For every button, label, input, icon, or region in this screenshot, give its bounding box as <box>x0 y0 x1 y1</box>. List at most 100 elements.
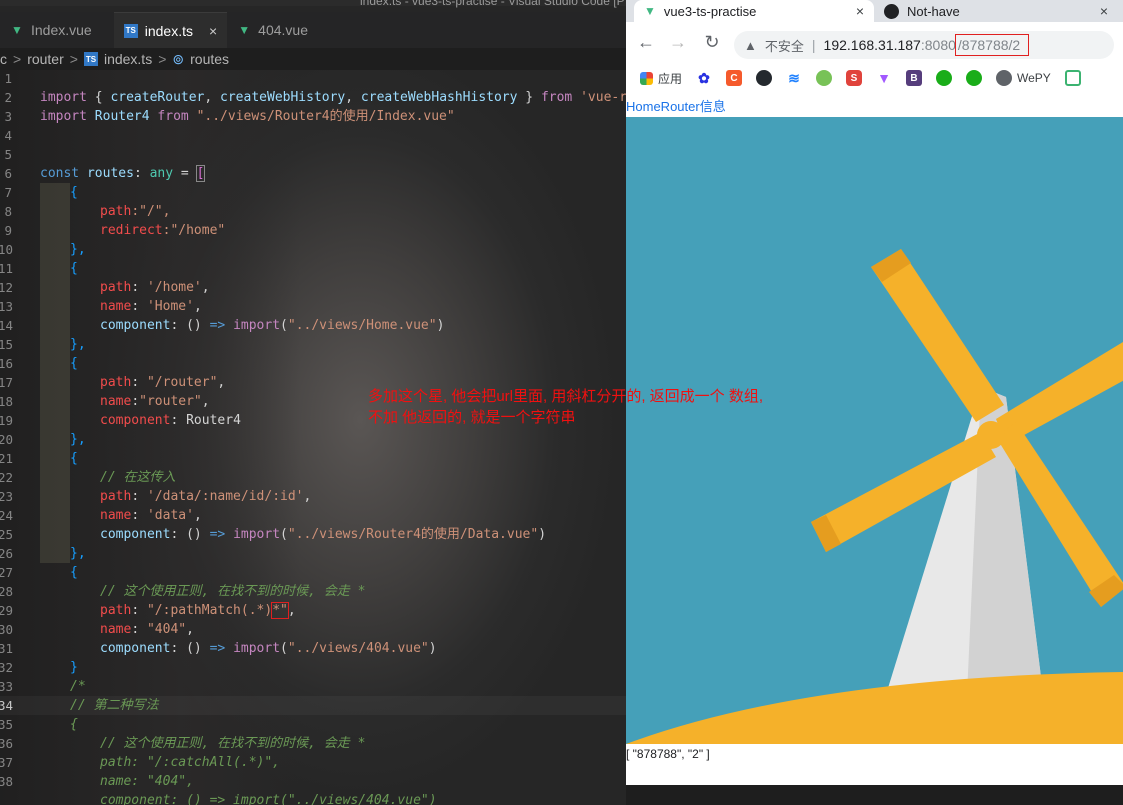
code-text: component: Router4 <box>100 413 241 428</box>
breadcrumb: c > router > TS index.ts > ⊚ routes <box>0 48 626 70</box>
tab-404-vue[interactable]: ▼ 404.vue <box>227 12 318 48</box>
code-text: path:"/", <box>100 204 171 219</box>
bookmark-github[interactable] <box>756 70 773 86</box>
line-number: 5 <box>4 147 12 162</box>
code-line: 32} <box>0 658 626 677</box>
code-line: 27 { <box>0 563 626 582</box>
breadcrumb-item-router[interactable]: router <box>27 51 64 67</box>
browser-tab-vue3[interactable]: ▼ vue3-ts-practise × <box>634 0 874 22</box>
bookmark-c[interactable]: C <box>726 70 743 86</box>
bookmark-wechat[interactable] <box>936 70 953 86</box>
code-text: // 在这传入 <box>100 470 176 485</box>
code-line: 3 import Router4 from "../views/Router4的使… <box>0 107 626 126</box>
line-number: 10 <box>0 242 14 257</box>
line-number: 31 <box>0 641 14 656</box>
breadcrumb-item[interactable]: c <box>0 51 7 67</box>
line-number: 15 <box>0 337 14 352</box>
code-line: 24 name: 'data', <box>0 506 626 525</box>
code-text: { <box>70 451 78 466</box>
tab-index-ts[interactable]: TS index.ts × <box>113 12 228 48</box>
warning-icon: ▲ <box>744 37 757 53</box>
code-area[interactable]: 1 2 import { createRouter, createWebHisto… <box>0 69 626 805</box>
bookmark-s[interactable]: S <box>846 70 863 86</box>
code-text: name: 'Home', <box>100 299 202 314</box>
bookmark-vite[interactable]: ▼ <box>876 70 892 86</box>
chevron-right-icon: > <box>13 51 22 67</box>
code-line: 33 /* <box>0 677 626 696</box>
window-title: index.ts - vue3-ts-practise - Visual Stu… <box>360 0 625 8</box>
bookmark-qr[interactable] <box>1064 70 1081 86</box>
qr-icon <box>1064 70 1081 86</box>
line-number: 33 <box>0 679 14 694</box>
bookmark-game[interactable] <box>816 70 833 86</box>
bookmarks-bar: 应用 ✿ C ≋ S ▼ B WePY <box>626 64 1123 92</box>
reload-icon[interactable]: ↻ <box>702 32 722 53</box>
code-text: } <box>70 660 78 675</box>
code-text: // 这个使用正则, 在找不到的时候, 会走 * <box>100 736 366 751</box>
home-router-link[interactable]: HomeRouter信息 <box>626 96 726 115</box>
line-number: 24 <box>0 508 14 523</box>
code-text: path: "/:pathMatch(.*)*", <box>100 602 296 619</box>
line-number: 14 <box>0 318 14 333</box>
address-bar[interactable]: ▲ 不安全 | 192.168.31.187 :8080 /878788/2 <box>734 31 1114 59</box>
ts-icon: TS <box>83 52 98 66</box>
code-text: { <box>70 356 78 371</box>
code-line: 23 path: '/data/:name/id/:id', <box>0 487 626 506</box>
code-line: 8 path:"/", <box>0 202 626 221</box>
b-icon: B <box>906 70 923 86</box>
close-icon[interactable]: × <box>1100 3 1108 19</box>
code-line: 6 const routes: any = [ <box>0 164 626 183</box>
address-port: :8080 <box>920 37 956 53</box>
line-number: 36 <box>0 736 14 751</box>
breadcrumb-item-file[interactable]: index.ts <box>104 51 152 67</box>
line-number: 28 <box>0 584 14 599</box>
layers-icon: ≋ <box>788 69 800 86</box>
code-text: { <box>70 261 78 276</box>
bookmark-wechat-2[interactable] <box>966 70 983 86</box>
line-number: 3 <box>4 109 12 124</box>
tab-label: index.ts <box>144 22 193 39</box>
code-line: 26}, <box>0 544 626 563</box>
code-line: 2 import { createRouter, createWebHistory… <box>0 88 626 107</box>
line-number: 35 <box>0 717 14 732</box>
line-number: 16 <box>0 356 14 371</box>
code-line: 31 component: () => import("../views/404.… <box>0 639 626 658</box>
bookmark-b[interactable]: B <box>906 70 923 86</box>
code-text: path: '/home', <box>100 280 210 295</box>
forward-icon[interactable]: → <box>668 32 688 53</box>
bookmark-baidu[interactable]: ✿ <box>696 70 712 86</box>
c-icon: C <box>726 70 743 86</box>
ts-icon: TS <box>123 23 138 38</box>
bookmark-layers[interactable]: ≋ <box>786 70 802 86</box>
line-number: 27 <box>0 565 14 580</box>
line-number: 22 <box>0 470 14 485</box>
code-text: name: "404", <box>100 774 194 789</box>
address-path: /878788/2 <box>954 34 1030 56</box>
bookmark-apps[interactable]: 应用 <box>640 70 682 87</box>
baidu-paw-icon: ✿ <box>698 69 710 86</box>
code-line: 12 path: '/home', <box>0 278 626 297</box>
code-line: 4 <box>0 126 626 145</box>
code-line: 29 path: "/:pathMatch(.*)*", <box>0 601 626 620</box>
browser-tab-not-have[interactable]: Not-have × <box>878 0 1118 22</box>
line-number: 17 <box>0 375 14 390</box>
apps-grid-icon <box>640 71 653 85</box>
line-number: 7 <box>4 185 12 200</box>
code-text: // 第二种写法 <box>70 698 159 713</box>
back-icon[interactable]: ← <box>636 32 656 53</box>
breadcrumb-item-symbol[interactable]: routes <box>190 51 229 67</box>
line-number: 19 <box>0 413 14 428</box>
code-text: component: () => import("../views/404.vu… <box>100 793 437 805</box>
close-icon[interactable]: × <box>209 23 217 39</box>
code-line: 13 name: 'Home', <box>0 297 626 316</box>
code-text: /* <box>70 679 86 694</box>
line-number: 30 <box>0 622 14 637</box>
close-icon[interactable]: × <box>856 3 864 19</box>
tab-index-vue[interactable]: ▼ Index.vue <box>0 12 102 48</box>
windmill-hub <box>977 421 1005 449</box>
gamepad-icon <box>816 70 833 86</box>
bookmark-wepy[interactable]: WePY <box>996 70 1051 86</box>
security-label[interactable]: 不安全 <box>765 36 804 55</box>
code-line: 38 name: "404", <box>0 772 626 791</box>
divider: | <box>811 37 816 53</box>
